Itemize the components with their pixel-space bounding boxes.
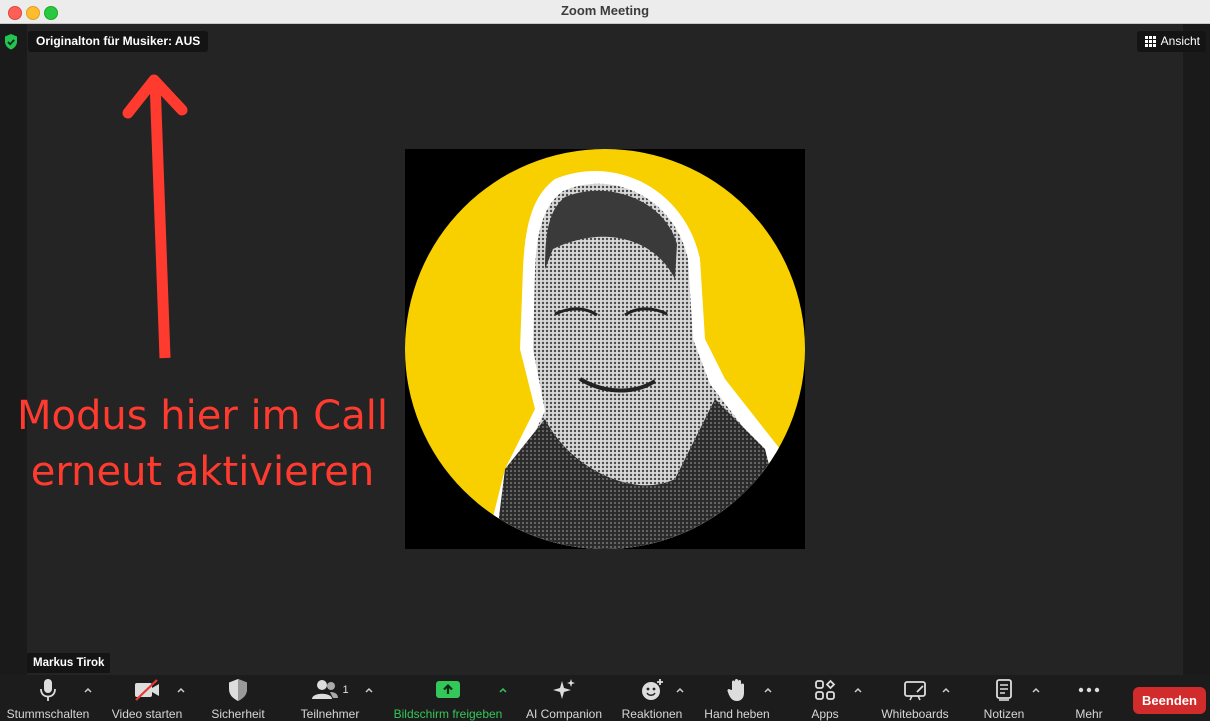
apps-options-chevron-up-icon[interactable] (853, 685, 863, 695)
whiteboard-icon (904, 681, 926, 701)
video-options-chevron-up-icon[interactable] (176, 685, 186, 695)
view-button[interactable]: Ansicht (1136, 31, 1206, 52)
reactions-button[interactable]: Reaktionen (617, 675, 687, 721)
avatar-portrait-image (405, 149, 805, 549)
smiley-reaction-icon (642, 679, 663, 700)
notes-icon (996, 679, 1012, 701)
share-options-chevron-up-icon[interactable] (498, 685, 508, 695)
security-button[interactable]: Sicherheit (205, 675, 271, 721)
annotation-arrow-icon (122, 74, 188, 359)
whiteboards-button[interactable]: Whiteboards (875, 675, 955, 721)
more-label: Mehr (1075, 707, 1103, 721)
grid-view-icon (1144, 36, 1156, 47)
ai-companion-label: AI Companion (525, 707, 603, 721)
participants-icon (312, 680, 339, 699)
more-dots-icon (1078, 687, 1100, 693)
raise-hand-options-chevron-up-icon[interactable] (763, 685, 773, 695)
participant-avatar (405, 149, 805, 549)
raise-hand-button[interactable]: Hand heben (700, 675, 774, 721)
whiteboards-options-chevron-up-icon[interactable] (941, 685, 951, 695)
start-video-label: Video starten (111, 707, 183, 721)
ai-companion-button[interactable]: AI Companion (521, 675, 607, 721)
notes-options-chevron-up-icon[interactable] (1031, 685, 1041, 695)
more-button[interactable]: Mehr (1064, 675, 1114, 721)
participants-label: Teilnehmer (300, 707, 360, 721)
share-screen-button[interactable]: Bildschirm freigeben (388, 675, 508, 721)
mute-options-chevron-up-icon[interactable] (83, 685, 93, 695)
annotation-line-2: erneut aktivieren (30, 449, 375, 495)
start-video-button[interactable]: Video starten (105, 675, 189, 721)
whiteboards-label: Whiteboards (881, 707, 949, 721)
participants-count: 1 (342, 684, 349, 696)
apps-label: Apps (811, 707, 839, 721)
raise-hand-icon (727, 679, 744, 701)
end-meeting-button[interactable]: Beenden (1133, 687, 1206, 714)
meeting-toolbar: Stummschalten Video starten Sicherheit 1… (0, 675, 1210, 721)
annotation-line-1: Modus hier im Call (17, 393, 388, 439)
security-shield-icon (229, 679, 247, 701)
notes-button[interactable]: Notizen (975, 675, 1033, 721)
reactions-options-chevron-up-icon[interactable] (675, 685, 685, 695)
participants-button[interactable]: 1 Teilnehmer (295, 675, 365, 721)
video-off-icon (135, 679, 159, 701)
share-screen-label: Bildschirm freigeben (393, 707, 503, 721)
annotation-text: Modus hier im Call erneut aktivieren (10, 388, 395, 500)
ai-sparkle-icon (553, 679, 575, 699)
apps-icon (815, 679, 836, 700)
reactions-label: Reaktionen (621, 707, 683, 721)
participant-name-tag: Markus Tirok (27, 653, 111, 673)
share-screen-icon (436, 681, 460, 698)
mute-button[interactable]: Stummschalten (3, 675, 93, 721)
raise-hand-label: Hand heben (704, 707, 770, 721)
microphone-icon (40, 679, 56, 701)
apps-button[interactable]: Apps (800, 675, 850, 721)
view-button-label: Ansicht (1160, 34, 1200, 48)
notes-label: Notizen (983, 707, 1025, 721)
mute-label: Stummschalten (6, 707, 90, 721)
security-label: Sicherheit (211, 707, 265, 721)
participants-options-chevron-up-icon[interactable] (364, 685, 374, 695)
